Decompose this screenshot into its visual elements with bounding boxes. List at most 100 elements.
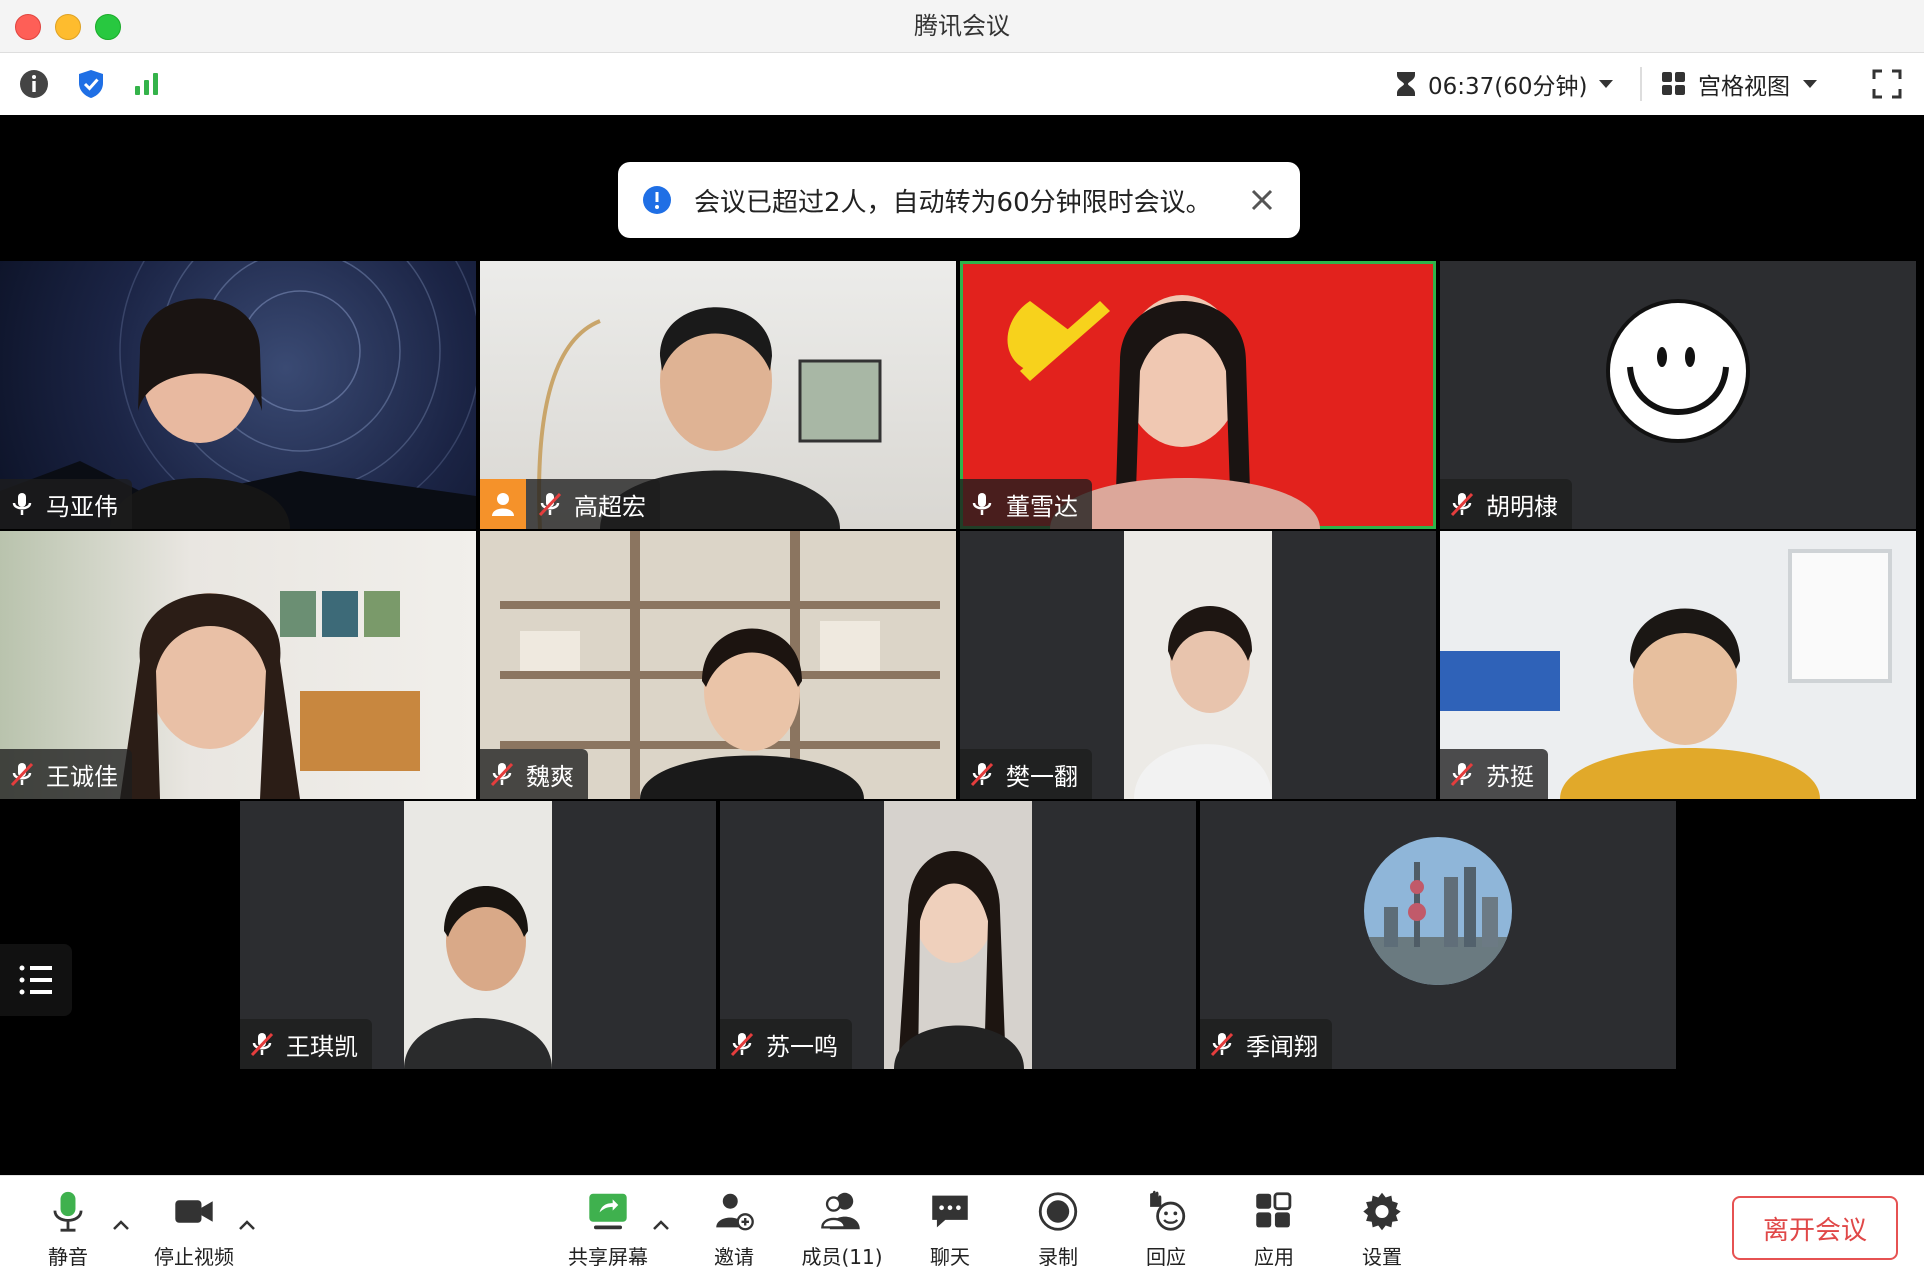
mute-label: 静音 bbox=[48, 1245, 88, 1269]
chevron-up-icon[interactable] bbox=[110, 1214, 132, 1236]
city-skyline-avatar bbox=[1364, 837, 1512, 985]
invite-label: 邀请 bbox=[714, 1245, 754, 1269]
settings-button[interactable]: 设置 bbox=[1332, 1190, 1432, 1270]
participant-name: 董雪达 bbox=[1006, 492, 1078, 521]
participant-name-tag: 王诚佳 bbox=[0, 749, 132, 799]
mic-muted-icon bbox=[250, 1032, 274, 1057]
participant-list-toggle[interactable] bbox=[0, 944, 72, 1016]
limit-notice: 会议已超过2人，自动转为60分钟限时会议。 bbox=[618, 162, 1300, 238]
participant-name: 樊一翻 bbox=[1006, 762, 1078, 791]
alert-icon bbox=[643, 186, 671, 214]
mute-button[interactable]: 静音 bbox=[18, 1190, 118, 1270]
avatar bbox=[480, 479, 526, 529]
video-camera-icon bbox=[175, 1200, 213, 1223]
participant-tile[interactable]: 高超宏 bbox=[480, 261, 956, 529]
chevron-up-icon[interactable] bbox=[236, 1214, 258, 1236]
mic-muted-icon bbox=[1210, 1032, 1234, 1057]
user-icon bbox=[492, 493, 514, 516]
portrait-figure bbox=[894, 851, 1024, 1069]
react-label: 回应 bbox=[1146, 1245, 1186, 1269]
participant-name-tag: 马亚伟 bbox=[0, 479, 132, 529]
meeting-controls: 静音 停止视频 共享屏幕 邀请 成员(11) 聊天 录制 回应 应用 设置 离开… bbox=[0, 1175, 1924, 1278]
notice-text: 会议已超过2人，自动转为60分钟限时会议。 bbox=[694, 187, 1212, 218]
participant-tile[interactable]: 苏一鸣 bbox=[720, 801, 1196, 1069]
info-icon[interactable] bbox=[17, 67, 51, 101]
participant-name-tag: 苏挺 bbox=[1440, 749, 1548, 799]
portrait-figure bbox=[404, 886, 552, 1069]
mic-muted-icon bbox=[730, 1032, 754, 1057]
participant-name-tag: 高超宏 bbox=[480, 479, 660, 529]
participant-tile-speaking[interactable]: 董雪达 bbox=[960, 261, 1436, 529]
microphone-icon bbox=[53, 1191, 83, 1232]
gear-icon bbox=[1363, 1192, 1401, 1231]
meeting-window: 腾讯会议 06:37(60分钟) 宫格视图 会议已超过2人，自动转为60分钟限时… bbox=[0, 0, 1924, 1278]
fullscreen-icon[interactable] bbox=[1870, 67, 1904, 101]
stop-video-label: 停止视频 bbox=[154, 1245, 234, 1269]
list-icon bbox=[19, 965, 52, 995]
share-screen-button[interactable]: 共享屏幕 bbox=[558, 1190, 658, 1270]
grid-view-icon bbox=[1662, 72, 1685, 95]
participant-name-tag: 樊一翻 bbox=[960, 749, 1092, 799]
participant-tile[interactable]: 胡明棣 bbox=[1440, 261, 1916, 529]
hourglass-icon bbox=[1397, 72, 1415, 96]
mic-muted-icon bbox=[1450, 762, 1474, 787]
record-button[interactable]: 录制 bbox=[1008, 1190, 1108, 1270]
share-screen-icon bbox=[589, 1193, 627, 1230]
participant-tile[interactable]: 苏挺 bbox=[1440, 531, 1916, 799]
mic-muted-icon bbox=[490, 762, 514, 787]
stop-video-button[interactable]: 停止视频 bbox=[144, 1190, 244, 1270]
meeting-info-bar: 06:37(60分钟) 宫格视图 bbox=[0, 53, 1924, 115]
settings-label: 设置 bbox=[1362, 1245, 1402, 1269]
portrait-video bbox=[404, 801, 552, 1069]
participant-tile[interactable]: 王琪凯 bbox=[240, 801, 716, 1069]
participant-name: 苏一鸣 bbox=[766, 1032, 838, 1061]
timer-text: 06:37(60分钟) bbox=[1428, 74, 1588, 100]
react-button[interactable]: 回应 bbox=[1116, 1190, 1216, 1270]
participant-name-tag: 王琪凯 bbox=[240, 1019, 372, 1069]
participant-name: 苏挺 bbox=[1486, 762, 1534, 791]
participant-tile[interactable]: 马亚伟 bbox=[0, 261, 476, 529]
view-mode-label: 宫格视图 bbox=[1698, 74, 1790, 100]
chevron-down-icon bbox=[1598, 80, 1613, 88]
view-mode-selector[interactable]: 宫格视图 bbox=[1660, 66, 1820, 102]
portrait-figure bbox=[1134, 606, 1272, 799]
leave-meeting-button[interactable]: 离开会议 bbox=[1732, 1196, 1898, 1260]
close-icon[interactable] bbox=[1248, 186, 1276, 214]
participant-name: 胡明棣 bbox=[1486, 492, 1558, 521]
chevron-up-icon[interactable] bbox=[650, 1214, 672, 1236]
members-button[interactable]: 成员(11) bbox=[792, 1190, 892, 1270]
signal-strength-icon[interactable] bbox=[130, 67, 164, 101]
mic-muted-icon bbox=[538, 492, 562, 517]
title-bar: 腾讯会议 bbox=[0, 0, 1924, 53]
chevron-down-icon bbox=[1803, 80, 1817, 88]
smiley-avatar-icon bbox=[1606, 299, 1750, 443]
participant-name-tag: 魏爽 bbox=[480, 749, 588, 799]
mic-muted-icon bbox=[970, 762, 994, 787]
window-title: 腾讯会议 bbox=[914, 12, 1010, 40]
shield-icon[interactable] bbox=[74, 67, 108, 101]
mic-muted-icon bbox=[1450, 492, 1474, 517]
chat-button[interactable]: 聊天 bbox=[900, 1190, 1000, 1270]
mic-muted-icon bbox=[10, 762, 34, 787]
meeting-timer[interactable]: 06:37(60分钟) bbox=[1392, 66, 1616, 102]
participant-tile[interactable]: 季闻翔 bbox=[1200, 801, 1676, 1069]
members-icon bbox=[821, 1192, 860, 1230]
participant-name: 马亚伟 bbox=[46, 492, 118, 521]
apps-button[interactable]: 应用 bbox=[1224, 1190, 1324, 1270]
apps-grid-icon bbox=[1256, 1192, 1292, 1228]
record-icon bbox=[1038, 1192, 1078, 1231]
mic-on-icon bbox=[972, 493, 992, 515]
invite-button[interactable]: 邀请 bbox=[684, 1190, 784, 1270]
portrait-video bbox=[884, 801, 1032, 1069]
add-user-icon bbox=[716, 1193, 754, 1231]
share-screen-label: 共享屏幕 bbox=[568, 1245, 648, 1269]
mic-on-icon bbox=[12, 493, 32, 515]
participant-tile[interactable]: 魏爽 bbox=[480, 531, 956, 799]
participant-name: 高超宏 bbox=[574, 492, 646, 521]
participant-tile[interactable]: 王诚佳 bbox=[0, 531, 476, 799]
raise-hand-emoji-icon bbox=[1150, 1190, 1186, 1231]
chat-label: 聊天 bbox=[930, 1245, 970, 1269]
record-label: 录制 bbox=[1038, 1245, 1078, 1269]
participant-tile[interactable]: 樊一翻 bbox=[960, 531, 1436, 799]
participant-name: 季闻翔 bbox=[1246, 1032, 1318, 1061]
